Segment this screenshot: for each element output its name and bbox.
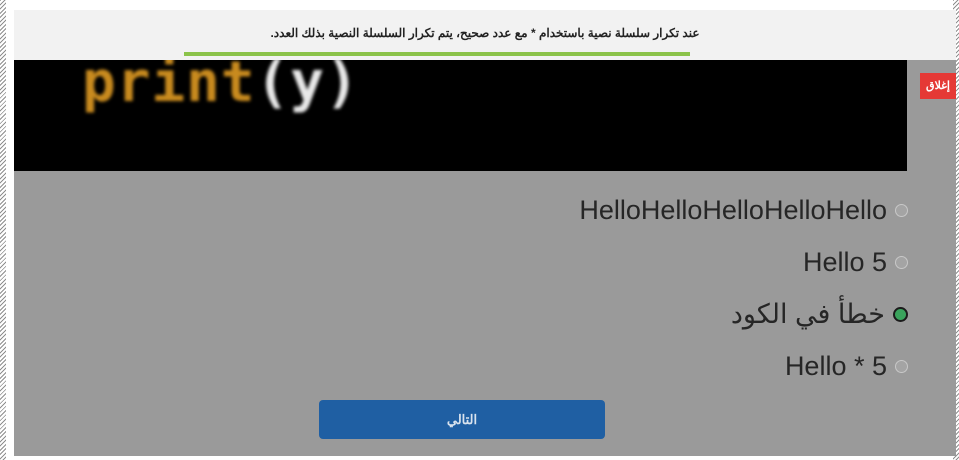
radio-button-checked[interactable]: [893, 306, 908, 322]
close-button[interactable]: إغلاق: [920, 73, 956, 99]
explanation-banner: عند تكرار سلسلة نصية باستخدام * مع عدد ص…: [14, 10, 956, 60]
quiz-frame: عند تكرار سلسلة نصية باستخدام * مع عدد ص…: [14, 10, 956, 456]
answer-option-label: Hello * 5: [784, 350, 887, 381]
next-button[interactable]: التالي: [319, 400, 605, 439]
code-close-paren: ): [325, 60, 360, 115]
answer-option[interactable]: Hello * 5: [579, 340, 908, 392]
radio-button[interactable]: [895, 359, 908, 373]
answer-option[interactable]: HelloHelloHelloHelloHello: [579, 184, 908, 236]
radio-button[interactable]: [895, 255, 908, 269]
answer-option-label: HelloHelloHelloHelloHello: [579, 194, 887, 225]
banner-accent-underline: [184, 52, 690, 56]
code-open-paren: (: [255, 60, 291, 115]
explanation-text: عند تكرار سلسلة نصية باستخدام * مع عدد ص…: [270, 26, 700, 40]
code-panel: print(y): [14, 60, 907, 171]
answer-option-selected[interactable]: خطأ في الكود: [579, 288, 908, 340]
answer-options: HelloHelloHelloHelloHello Hello 5 خطأ في…: [579, 184, 908, 392]
code-function: print: [82, 60, 256, 115]
answer-option[interactable]: Hello 5: [579, 236, 908, 288]
code-argument: y: [290, 60, 326, 115]
torn-edge-left: [0, 0, 6, 460]
answer-option-label: خطأ في الكود: [730, 298, 885, 329]
radio-button[interactable]: [895, 203, 908, 217]
answer-option-label: Hello 5: [802, 246, 887, 277]
code-snippet: print(y): [82, 60, 360, 115]
